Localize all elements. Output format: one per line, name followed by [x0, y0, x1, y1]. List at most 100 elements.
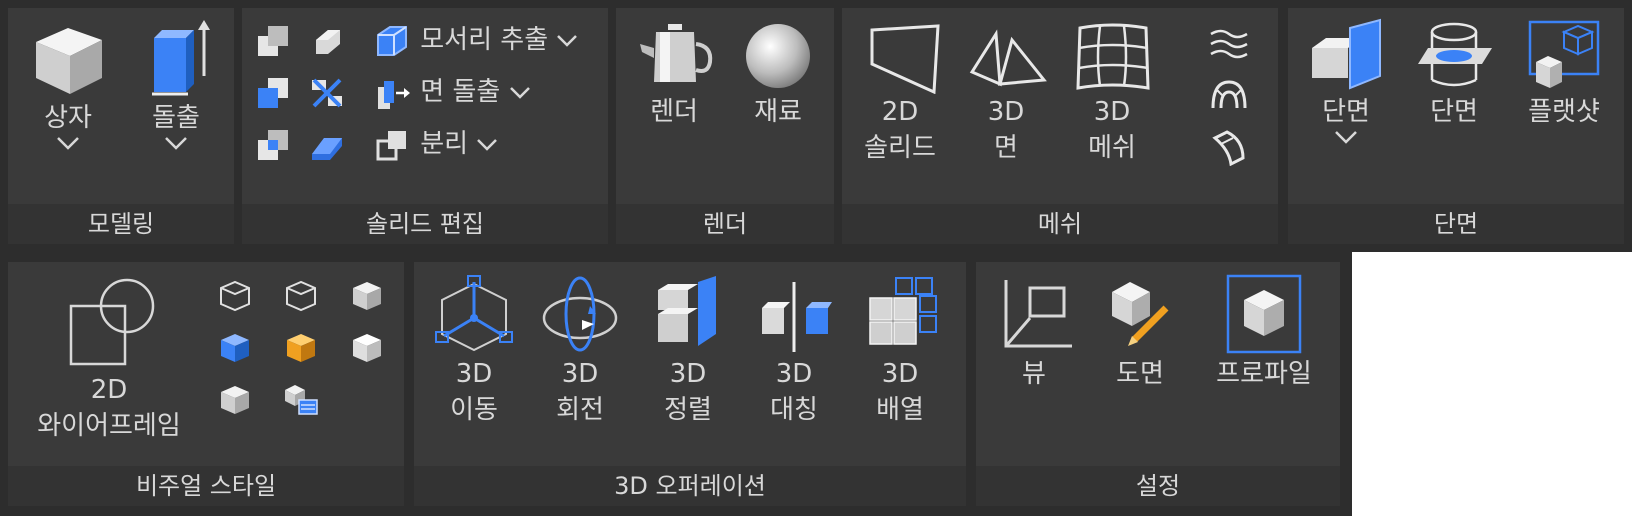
mirror-3d-icon [762, 282, 832, 352]
render-label: 렌더 [650, 97, 698, 127]
align-3d-button[interactable]: 3D 정렬 [636, 272, 740, 428]
section-label: 단면 [1430, 97, 1478, 127]
wireframe-2d-button[interactable]: 2D 와이어프레임 [14, 272, 204, 444]
extrude-icon [152, 20, 210, 96]
ruled-surface-icon [1210, 29, 1248, 59]
move-3d-button[interactable]: 3D 이동 [422, 272, 526, 428]
face-extrude-label: 면 돌출 [420, 77, 501, 107]
face-3d-label-line2: 면 [994, 133, 1018, 163]
gray-cube-icon [221, 386, 249, 414]
chevron-down-icon [477, 138, 498, 151]
section-plane-button[interactable]: 단면 [1294, 18, 1398, 144]
material-button[interactable]: 재료 [728, 18, 828, 130]
visual-style-manager-button[interactable] [278, 376, 324, 422]
hidden-style-button[interactable] [278, 272, 324, 318]
move-3d-label-line2: 이동 [450, 395, 498, 425]
flatshot-button[interactable]: 플랫샷 [1508, 18, 1620, 130]
extrude-button[interactable]: 돌출 [126, 16, 226, 150]
section-plane-icon [1312, 18, 1381, 90]
mesh-3d-icon [1076, 23, 1150, 90]
thicken-button[interactable] [304, 122, 350, 168]
revolved-surface-button[interactable] [1206, 72, 1252, 118]
wireframe-2d-label-line1: 2D [90, 375, 128, 405]
mesh-3d-label-line1: 3D [1093, 97, 1131, 127]
hidden-cube-icon [286, 280, 316, 312]
face-3d-icon [969, 29, 1047, 87]
edge-surface-button[interactable] [1206, 124, 1252, 170]
conceptual-style-button[interactable] [344, 324, 390, 370]
profile-icon [1226, 274, 1302, 354]
mirror-3d-button[interactable]: 3D 대칭 [742, 272, 846, 428]
intersect-icon [258, 130, 288, 160]
interference-button[interactable] [304, 70, 350, 116]
render-button[interactable]: 렌더 [624, 18, 724, 130]
box-button[interactable]: 상자 [18, 16, 118, 150]
rotate-gizmo-icon [542, 276, 618, 352]
array-3d-button[interactable]: 3D 배열 [848, 272, 952, 428]
array-3d-label-line2: 배열 [876, 395, 924, 425]
panel-title-3d-operations: 3D 오퍼레이션 [414, 466, 966, 506]
slice-button[interactable] [304, 18, 350, 64]
chevron-down-icon [57, 137, 79, 150]
separate-button[interactable]: 분리 [372, 124, 498, 164]
move-3d-label-line1: 3D [455, 359, 493, 389]
mesh-3d-button[interactable]: 3D 메쉬 [1060, 18, 1164, 166]
wireframe-cube-icon [220, 280, 250, 312]
section-icon [1418, 22, 1492, 87]
revolved-surface-icon [1211, 80, 1247, 109]
flatshot-icon [1528, 20, 1600, 88]
subtract-button[interactable] [250, 70, 296, 116]
union-icon [258, 26, 288, 56]
panel-render: 렌더 재료 렌더 [616, 8, 834, 244]
panel-title-modeling: 모델링 [8, 204, 234, 244]
ruled-surface-button[interactable] [1206, 20, 1252, 66]
face-3d-button[interactable]: 3D 면 [954, 18, 1058, 166]
union-button[interactable] [250, 18, 296, 64]
flat-style-button[interactable] [344, 272, 390, 318]
face-extrude-button[interactable]: 면 돌출 [372, 72, 531, 112]
intersect-button[interactable] [250, 122, 296, 168]
panel-3d-operations: 3D 이동 3D 회전 3D 정렬 3D 대칭 3D 배열 3D 오퍼레이션 [414, 262, 966, 506]
mirror-3d-label-line1: 3D [775, 359, 813, 389]
panel-mesh: 2D 솔리드 3D 면 3D 메쉬 메쉬 [842, 8, 1278, 244]
blue-cube-icon [221, 334, 249, 362]
profile-button[interactable]: 프로파일 [1194, 272, 1334, 392]
wireframe-3d-button[interactable] [212, 272, 258, 318]
extrude-label: 돌출 [152, 103, 200, 133]
panel-solid-edit: 모서리 추출 면 돌출 분리 솔리드 편집 [242, 8, 608, 244]
separate-label: 분리 [420, 129, 469, 159]
solid-2d-icon [870, 24, 940, 94]
solid-2d-label-line2: 솔리드 [864, 133, 936, 163]
edge-extract-icon [377, 25, 407, 56]
box-icon [36, 28, 102, 94]
chevron-down-icon [1335, 131, 1357, 144]
subtract-icon [258, 78, 288, 108]
material-label: 재료 [754, 97, 802, 127]
chevron-down-icon [165, 137, 187, 150]
orange-cube-icon [287, 334, 315, 362]
move-gizmo-icon [435, 275, 513, 352]
panel-title-settings: 설정 [976, 466, 1340, 506]
view-button[interactable]: 뷰 [982, 272, 1086, 392]
rotate-3d-button[interactable]: 3D 회전 [528, 272, 632, 428]
mesh-3d-label-line2: 메쉬 [1088, 133, 1136, 163]
drawing-label: 도면 [1116, 359, 1164, 389]
panel-visual-style: 2D 와이어프레임 비주얼 스타일 [8, 262, 404, 506]
solid-2d-button[interactable]: 2D 솔리드 [848, 18, 952, 166]
align-3d-label-line2: 정렬 [664, 395, 712, 425]
teapot-icon [640, 24, 713, 82]
section-button[interactable]: 단면 [1402, 18, 1506, 130]
view-icon [1004, 280, 1072, 348]
realistic-style-button[interactable] [278, 324, 324, 370]
panel-title-render: 렌더 [616, 204, 834, 244]
wireframe-2d-label-line2: 와이어프레임 [37, 411, 181, 441]
drawing-button[interactable]: 도면 [1088, 272, 1192, 392]
edge-extract-button[interactable]: 모서리 추출 [372, 20, 578, 60]
gouraud-style-button[interactable] [212, 324, 258, 370]
chevron-down-icon [509, 86, 530, 99]
chevron-down-icon [557, 34, 578, 47]
view-label: 뷰 [1022, 359, 1046, 389]
wireframe-2d-icon [69, 278, 155, 366]
shaded-style-button[interactable] [212, 376, 258, 422]
panel-modeling: 상자 돌출 모델링 [8, 8, 234, 244]
